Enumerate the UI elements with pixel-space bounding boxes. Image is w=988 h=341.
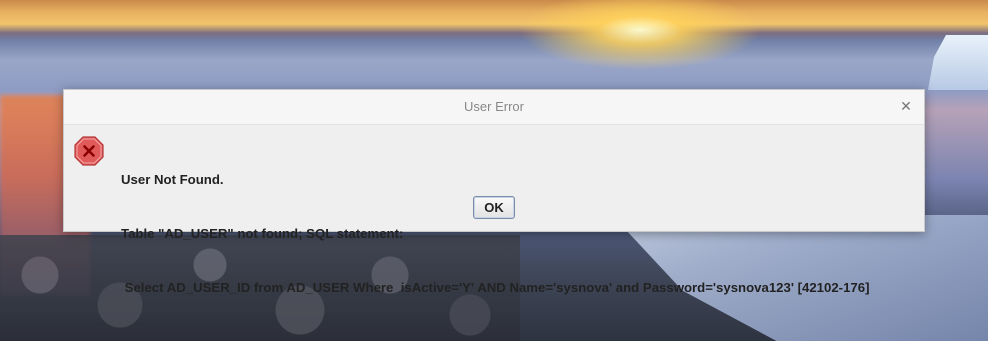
error-message: User Not Found. Table "AD_USER" not foun… <box>121 135 869 333</box>
message-line-1: User Not Found. <box>121 172 224 187</box>
error-icon <box>74 136 104 166</box>
message-line-3: Select AD_USER_ID from AD_USER Where isA… <box>121 280 870 295</box>
dialog-titlebar[interactable]: User Error ✕ <box>64 90 924 125</box>
dialog-title: User Error <box>464 99 524 114</box>
message-line-2: Table "AD_USER" not found; SQL statement… <box>121 226 404 241</box>
ok-button[interactable]: OK <box>473 196 515 219</box>
close-icon[interactable]: ✕ <box>896 97 916 117</box>
error-dialog: User Error ✕ User Not Found. Table "AD_U… <box>63 89 925 295</box>
